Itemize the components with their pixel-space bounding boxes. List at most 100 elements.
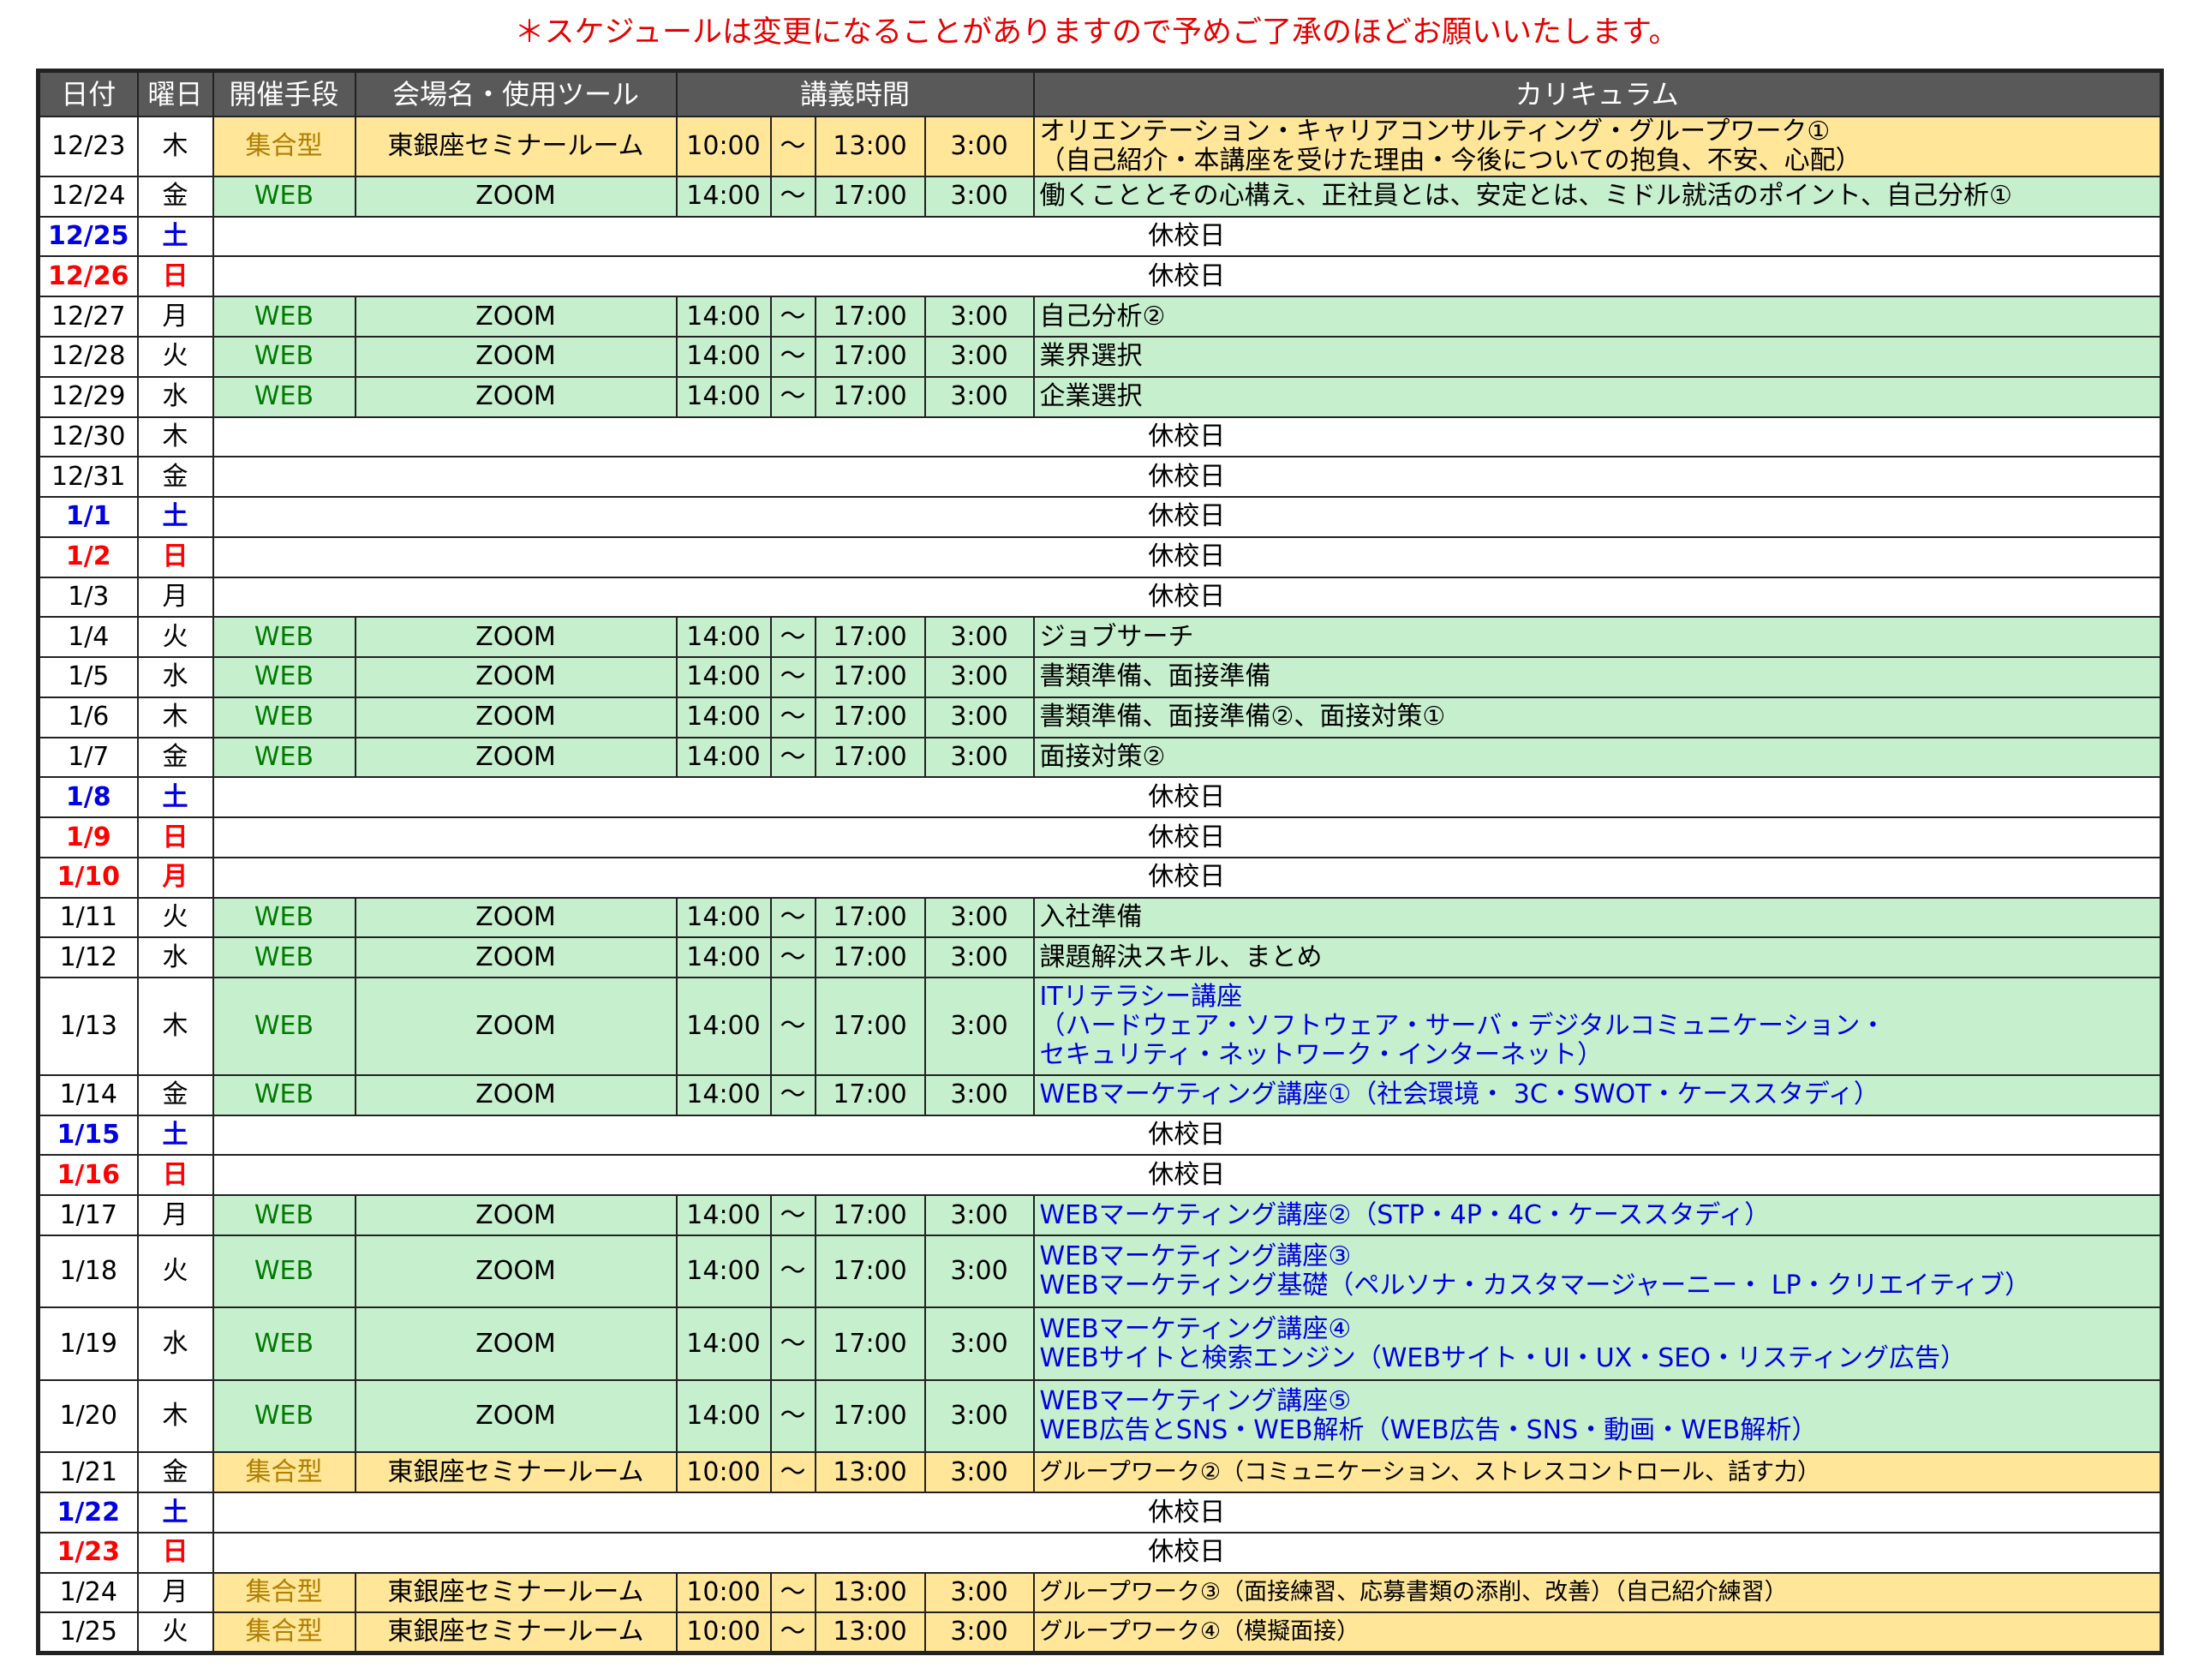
curriculum-line: グループワーク③（面接練習、応募書類の添削、改善）（自己紹介練習） [1039,1579,1788,1606]
day-cell: 火 [136,1611,214,1654]
day-cell: 日 [136,1154,214,1197]
curriculum-cell: 企業選択 [1032,375,2163,418]
curriculum-line: セキュリティ・ネットワーク・インターネット） [1039,1040,1604,1071]
duration-cell: 3:00 [923,1306,1035,1381]
curriculum-line: グループワーク④（模擬面接） [1039,1618,1360,1646]
tilde-cell: ～ [769,616,816,659]
holiday-cell: 休校日 [212,816,2163,858]
curriculum-line: ジョブサーチ [1039,621,1194,652]
tilde-cell: ～ [769,896,816,939]
end-time-cell: 17:00 [814,616,926,659]
start-time-cell: 10:00 [675,1571,772,1614]
curriculum-line: 自己分析② [1039,301,1166,332]
table-row: 1/11 火 WEB ZOOM 14:00 ～ 17:00 3:00 入社準備 [37,896,2163,939]
holiday-cell: 休校日 [212,416,2163,458]
date-cell: 1/21 [37,1451,139,1494]
method-cell: WEB [212,175,356,218]
curriculum-cell: 入社準備 [1032,896,2163,939]
date-cell: 1/11 [37,896,139,939]
day-cell: 木 [136,416,214,458]
method-cell: WEB [212,696,356,738]
venue-cell: 東銀座セミナールーム [354,1611,678,1654]
tilde-cell: ～ [769,1073,816,1116]
start-time-cell: 10:00 [675,1451,772,1494]
day-cell: 日 [136,1531,214,1574]
start-time-cell: 14:00 [675,335,772,378]
header-venue: 会場名・使用ツール [354,69,678,117]
date-cell: 1/5 [37,656,139,698]
curriculum-cell: 書類準備、面接準備 [1032,656,2163,698]
end-time-cell: 13:00 [814,1571,926,1614]
end-time-cell: 17:00 [814,696,926,738]
day-cell: 土 [136,1492,214,1534]
header-day: 曜日 [136,69,214,117]
table-row: 1/2 日休校日 [37,535,2163,578]
table-row: 12/31 金休校日 [37,456,2163,499]
curriculum-cell: WEBマーケティング講座①（社会環境・ 3C・SWOT・ケーススタディ） [1032,1073,2163,1116]
end-time-cell: 17:00 [814,296,926,338]
table-row: 1/13 木 WEB ZOOM 14:00 ～ 17:00 3:00 ITリテラシー講座 （ハード… [37,977,2163,1076]
holiday-cell: 休校日 [212,456,2163,499]
curriculum-line: 書類準備、面接準備②、面接対策① [1039,702,1446,732]
day-cell: 金 [136,175,214,218]
holiday-cell: 休校日 [212,1531,2163,1574]
tilde-cell: ～ [769,175,816,218]
end-time-cell: 17:00 [814,896,926,939]
day-cell: 木 [136,1378,214,1454]
tilde-cell: ～ [769,375,816,418]
start-time-cell: 14:00 [675,1073,772,1116]
holiday-cell: 休校日 [212,496,2163,538]
date-cell: 1/12 [37,936,139,979]
date-cell: 1/1 [37,496,139,538]
date-cell: 12/26 [37,255,139,298]
method-cell: WEB [212,1378,356,1454]
start-time-cell: 10:00 [675,1611,772,1654]
venue-cell: ZOOM [354,1306,678,1381]
duration-cell: 3:00 [923,175,1035,218]
table-row: 1/12 水 WEB ZOOM 14:00 ～ 17:00 3:00 課題解決スキル、まとめ [37,936,2163,979]
day-cell: 水 [136,375,214,418]
table-row: 1/9 日休校日 [37,816,2163,858]
day-cell: 火 [136,616,214,659]
duration-cell: 3:00 [923,335,1035,378]
day-cell: 金 [136,1451,214,1494]
table-row: 12/25 土休校日 [37,215,2163,258]
day-cell: 水 [136,656,214,698]
curriculum-cell: WEBマーケティング講座③ WEBマーケティング基礎（ペルソナ・カスタマージャーニ… [1032,1234,2163,1309]
date-cell: 12/27 [37,296,139,338]
date-cell: 12/28 [37,335,139,378]
day-cell: 日 [136,535,214,578]
curriculum-cell: オリエンテーション・キャリアコンサルティング・グループワーク① （自己紹介・本講座… [1032,115,2163,177]
holiday-cell: 休校日 [212,1154,2163,1197]
venue-cell: ZOOM [354,1194,678,1236]
curriculum-line: WEB広告とSNS・WEB解析（WEB広告・SNS・動画・WEB解析） [1039,1415,1818,1446]
curriculum-line: WEBマーケティング講座①（社会環境・ 3C・SWOT・ケーススタディ） [1039,1079,1879,1110]
end-time-cell: 13:00 [814,115,926,177]
curriculum-cell: グループワーク③（面接練習、応募書類の添削、改善）（自己紹介練習） [1032,1571,2163,1614]
method-cell: WEB [212,736,356,779]
tilde-cell: ～ [769,296,816,338]
table-row: 1/15 土休校日 [37,1114,2163,1157]
date-cell: 12/25 [37,215,139,258]
curriculum-cell: ITリテラシー講座 （ハードウェア・ソフトウェア・サーバ・デジタルコミュニケーショ… [1032,977,2163,1076]
curriculum-line: WEBマーケティング講座②（STP・4P・4C・ケーススタディ） [1039,1199,1771,1230]
curriculum-cell: WEBマーケティング講座④ WEBサイトと検索エンジン（WEBサイト・UI・UX・… [1032,1306,2163,1381]
header-curriculum: カリキュラム [1032,69,2163,117]
day-cell: 土 [136,496,214,538]
day-cell: 月 [136,1194,214,1236]
duration-cell: 3:00 [923,1234,1035,1309]
day-cell: 土 [136,1114,214,1157]
end-time-cell: 17:00 [814,335,926,378]
date-cell: 1/25 [37,1611,139,1654]
curriculum-cell: 面接対策② [1032,736,2163,779]
end-time-cell: 17:00 [814,977,926,1076]
start-time-cell: 14:00 [675,1234,772,1309]
venue-cell: ZOOM [354,896,678,939]
holiday-cell: 休校日 [212,856,2163,899]
table-row: 12/30 木休校日 [37,416,2163,458]
tilde-cell: ～ [769,936,816,979]
tilde-cell: ～ [769,1451,816,1494]
table-row: 1/3 月休校日 [37,576,2163,619]
curriculum-line: WEBサイトと検索エンジン（WEBサイト・UI・UX・SEO・リスティング広告） [1039,1342,1967,1373]
venue-cell: ZOOM [354,1234,678,1309]
